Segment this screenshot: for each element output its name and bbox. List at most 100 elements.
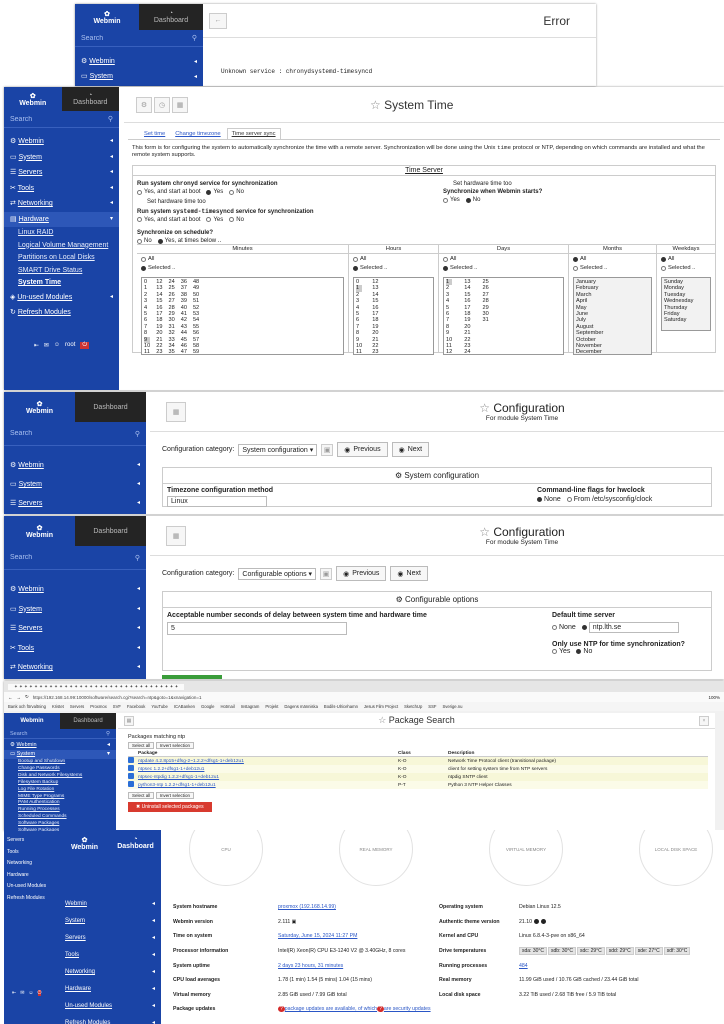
listbox-option[interactable]: 24	[464, 349, 470, 354]
next-button[interactable]: ◉ Next	[391, 442, 430, 457]
close-button[interactable]: ×	[699, 715, 709, 726]
webmin-tab[interactable]: ✿ Webmin	[4, 87, 62, 111]
weekdays-selected[interactable]: Selected ..	[661, 265, 695, 272]
grid-button[interactable]: ▦	[124, 715, 134, 726]
checkbox-icon[interactable]	[128, 781, 134, 787]
menu-servers[interactable]: ☰ Servers ◂	[4, 494, 146, 513]
menu-refresh-modules[interactable]: ↻ Refresh Modules	[4, 305, 119, 320]
listbox-option[interactable]: 56	[193, 330, 199, 336]
ntp-only-yes[interactable]: Yes	[552, 648, 570, 655]
webmin-tab[interactable]: ✿ Webmin	[4, 392, 75, 422]
listbox-option[interactable]: December	[576, 349, 649, 354]
star-icon[interactable]: ☆	[479, 525, 493, 539]
listbox-option[interactable]: 16	[464, 298, 470, 304]
menu-webmin[interactable]: ⚙ Webmin ◂	[4, 134, 119, 150]
tab-time-server-sync[interactable]: Time server sync	[226, 128, 281, 139]
info-value[interactable]: Saturday, June 15, 2024 11:27 PM	[278, 929, 438, 944]
bookmark[interactable]: SVF	[113, 704, 121, 709]
bookmark[interactable]: Proxmox	[90, 704, 107, 709]
table-row[interactable]: ntpsec 1.2.2+dfsg1-1+deb12u1 K-O client fo…	[128, 765, 708, 773]
submenu-item[interactable]: Disk and Network Filesystems	[4, 773, 116, 780]
bookmark[interactable]: ICABanken	[174, 704, 195, 709]
star-icon[interactable]: ☆	[370, 98, 384, 112]
delay-input[interactable]: 5	[167, 622, 347, 635]
tab-set-time[interactable]: Set time	[140, 129, 169, 139]
listbox-option[interactable]: 28	[482, 298, 488, 304]
category-select[interactable]: System configuration ▾	[238, 443, 318, 456]
next-button[interactable]: ◉ Next	[390, 566, 428, 581]
webmin-tab[interactable]: Webmin	[4, 713, 60, 729]
listbox-option[interactable]: 13	[372, 285, 378, 291]
back-button[interactable]: ←	[209, 12, 227, 29]
listbox-option[interactable]: 47	[181, 349, 187, 354]
listbox-option[interactable]: Saturday	[664, 317, 708, 323]
listbox-option[interactable]: 20	[156, 330, 162, 336]
info-value[interactable]: ? package updates are available, of which…	[278, 1002, 438, 1017]
select-all-bottom[interactable]: Select all	[128, 792, 155, 799]
listbox-option[interactable]: 30	[168, 317, 174, 323]
submenu-linux-raid[interactable]: Linux RAID	[4, 227, 119, 240]
listbox-option[interactable]: 18	[372, 317, 378, 323]
timeserver-none[interactable]: None	[552, 624, 576, 631]
history-button[interactable]: ◷	[154, 96, 170, 113]
hwclock-none[interactable]: None	[537, 496, 561, 503]
search-input[interactable]	[10, 730, 90, 737]
row-checkbox[interactable]	[128, 765, 138, 773]
listbox-option[interactable]: 15	[372, 298, 378, 304]
timesyncd-no-radio[interactable]: No	[229, 216, 244, 224]
listbox-option[interactable]: 23	[156, 349, 162, 354]
listbox-option[interactable]: 18	[156, 317, 162, 323]
search-box[interactable]: ⚲	[4, 422, 146, 446]
menu-webmin[interactable]: ⚙ Webmin ◂	[4, 580, 146, 600]
submenu-item[interactable]: Change Passwords	[4, 766, 116, 773]
menu-webmin[interactable]: ⚙ Webmin ◂	[4, 456, 146, 475]
previous-button[interactable]: ◉ Previous	[337, 442, 388, 457]
chronyd-boot-radio[interactable]: Yes, and start at boot	[137, 188, 200, 196]
dashboard-tab[interactable]: Dashboard	[75, 516, 146, 546]
row-checkbox[interactable]	[128, 757, 138, 766]
listbox-option[interactable]: 19	[464, 317, 470, 323]
listbox-option[interactable]: 21	[464, 330, 470, 336]
submenu-item[interactable]: Bootup and Shutdown	[4, 759, 116, 766]
bookmark[interactable]: Bodils-Ulricehamn	[324, 704, 358, 709]
search-input[interactable]	[10, 115, 93, 123]
chat-icon[interactable]: ✉	[20, 990, 24, 996]
submenu-system-time[interactable]: System Time	[4, 277, 119, 290]
package-name[interactable]: ntpsec 1.2.2+dfsg1-1+deb12u1	[138, 765, 398, 773]
package-name[interactable]: python3-ntp 1.2.2+dfsg1-1+deb12u1	[138, 781, 398, 789]
copy-icon[interactable]: ▣	[290, 919, 297, 925]
bookmark[interactable]: Bank och förvaltning	[8, 704, 46, 709]
menu-servers[interactable]: ☰ Servers ◂	[4, 165, 119, 181]
menu-servers[interactable]: ☰ Servers ◂	[4, 619, 146, 639]
menu-tools[interactable]: ✂ Tools ◂	[4, 639, 146, 659]
listbox-option[interactable]: 23	[372, 349, 378, 354]
row-checkbox[interactable]	[128, 773, 138, 781]
bookmark[interactable]: Instagram	[241, 704, 260, 709]
timeserver-input[interactable]: ntp.lth.se	[588, 622, 679, 633]
star-icon[interactable]: ☆	[378, 715, 389, 725]
chronyd-no-radio[interactable]: No	[229, 188, 244, 196]
submenu-lvm[interactable]: Logical Volume Management	[4, 240, 119, 253]
timesyncd-yes-radio[interactable]: Yes	[206, 216, 223, 224]
bookmark[interactable]: Google	[201, 704, 215, 709]
listbox-option[interactable]: 12	[446, 349, 452, 354]
listbox-option[interactable]: 11	[144, 349, 150, 354]
invert-selection-button[interactable]: Invert selection	[155, 742, 195, 749]
menu-system[interactable]: ▭ System ◂	[4, 150, 119, 166]
grid-button[interactable]: ▦	[166, 401, 186, 422]
days-selected[interactable]: Selected ..	[443, 265, 477, 272]
menu-unused-modules[interactable]: ◈ Un-used Modules ◂	[4, 290, 119, 305]
previous-button[interactable]: ◉ Previous	[336, 566, 387, 581]
package-name[interactable]: ntpsec-ntpdig 1.2.2+dfsg1-1+deb12u1	[138, 773, 398, 781]
dashboard-tab[interactable]: Dashboard	[60, 713, 116, 729]
listbox-option[interactable]: 14	[464, 285, 470, 291]
webmin-tab[interactable]: ✿ Webmin	[4, 516, 75, 546]
listbox-option[interactable]: 54	[193, 317, 199, 323]
settings-button[interactable]: ⚙	[136, 96, 152, 113]
bookmark[interactable]: Sverige.nu	[442, 704, 462, 709]
menu-item[interactable]: Servers ◂	[59, 930, 161, 947]
url-field[interactable]: https://192.168.14.99:10000/software/sea…	[33, 695, 705, 700]
table-row[interactable]: ntpdate 4.2.8p15+dfsg-2~1.2.2+dfsg1-1+de…	[128, 756, 708, 766]
submenu-item[interactable]: Filesystem Backup	[4, 780, 116, 787]
hwclock-from[interactable]: From /etc/sysconfig/clock	[566, 496, 652, 503]
